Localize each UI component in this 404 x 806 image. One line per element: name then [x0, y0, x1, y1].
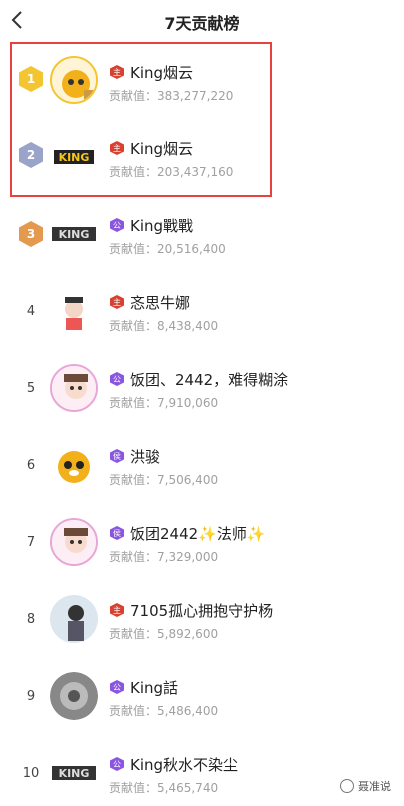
wechat-icon	[340, 779, 354, 793]
user-name: King秋水不染尘	[130, 756, 239, 774]
rank-medal-bronze: 3	[18, 221, 44, 247]
contribution-value: 贡献值：8,438,400	[109, 319, 219, 333]
rank-badge: 公	[110, 680, 124, 694]
rank-badge: 主	[110, 65, 124, 79]
contribution-value: 贡献值：7,506,400	[109, 473, 219, 487]
watermark: 聂准说	[340, 778, 391, 794]
rank-number: 6	[26, 457, 36, 473]
rank-badge: 侯	[110, 526, 124, 540]
avatar[interactable]	[50, 595, 98, 643]
avatar[interactable]	[50, 672, 98, 720]
contribution-value: 贡献值：383,277,220	[109, 89, 234, 103]
user-name: 7105孤心拥抱守护杨	[130, 602, 274, 620]
list-item[interactable]: 8 主 7105孤心拥抱守护杨 贡献值：5,892,600	[0, 581, 404, 658]
rank-number: 8	[26, 611, 36, 627]
rank-badge: 主	[110, 141, 124, 155]
contribution-value: 贡献值：5,465,740	[109, 781, 219, 795]
contribution-value: 贡献值：203,437,160	[109, 165, 234, 179]
avatar[interactable]	[50, 287, 98, 335]
rank-badge: 公	[110, 372, 124, 386]
rank-number: 5	[26, 380, 36, 396]
svg-text:KING: KING	[59, 228, 90, 241]
svg-text:KING: KING	[59, 767, 90, 780]
rank-badge: 主	[110, 295, 124, 309]
rank-number: 4	[26, 303, 36, 319]
avatar[interactable]: KING	[50, 132, 98, 180]
page-title: 7天贡献榜	[164, 14, 240, 33]
list-item[interactable]: 5 公 饭团、2442，难得糊涂 贡献值：7,910,060	[0, 350, 404, 427]
user-name: 洪骏	[130, 448, 161, 466]
user-name: King烟云	[130, 64, 194, 82]
user-name: King烟云	[130, 140, 194, 158]
user-name: King戰戰	[130, 217, 194, 235]
contribution-value: 贡献值：5,892,600	[109, 627, 219, 641]
avatar[interactable]	[50, 518, 98, 566]
avatar[interactable]	[50, 364, 98, 412]
rank-badge: 主	[110, 603, 124, 617]
contribution-value: 贡献值：20,516,400	[109, 242, 226, 256]
header: 7天贡献榜	[0, 0, 404, 40]
contribution-value: 贡献值：7,910,060	[109, 396, 219, 410]
list-item[interactable]: 2 KING 主 King烟云 贡献值：203,437,160	[0, 119, 404, 196]
svg-text:KING: KING	[59, 151, 90, 164]
user-name: King話	[130, 679, 179, 697]
avatar[interactable]	[50, 56, 98, 104]
list-item[interactable]: 7 侯 饭团2442✨法师✨ 贡献值：7,329,000	[0, 504, 404, 581]
list-item[interactable]: 1 主 King烟云 贡献值：383,277,220	[0, 43, 404, 120]
avatar[interactable]: KING	[50, 210, 98, 258]
avatar[interactable]	[50, 441, 98, 489]
rank-medal-gold: 1	[18, 66, 44, 92]
rank-badge: 公	[110, 218, 124, 232]
list-item[interactable]: 4 主 忞思牛娜 贡献值：8,438,400	[0, 273, 404, 350]
user-name: 饭团2442✨法师✨	[130, 525, 266, 543]
rank-number: 10	[22, 765, 40, 781]
rank-badge: 公	[110, 757, 124, 771]
rank-number: 7	[26, 534, 36, 550]
contribution-value: 贡献值：5,486,400	[109, 704, 219, 718]
avatar[interactable]: KING	[50, 749, 98, 797]
rank-number: 9	[26, 688, 36, 704]
list-item[interactable]: 3 KING 公 King戰戰 贡献值：20,516,400	[0, 196, 404, 273]
list-item[interactable]: 6 侯 洪骏 贡献值：7,506,400	[0, 427, 404, 504]
rank-medal-silver: 2	[18, 142, 44, 168]
rank-badge: 侯	[110, 449, 124, 463]
contribution-value: 贡献值：7,329,000	[109, 550, 219, 564]
list-item[interactable]: 10 KING 公 King秋水不染尘 贡献值：5,465,740	[0, 735, 404, 806]
user-name: 忞思牛娜	[130, 294, 191, 312]
list-item[interactable]: 9 公 King話 贡献值：5,486,400	[0, 658, 404, 735]
user-name: 饭团、2442，难得糊涂	[130, 371, 289, 389]
